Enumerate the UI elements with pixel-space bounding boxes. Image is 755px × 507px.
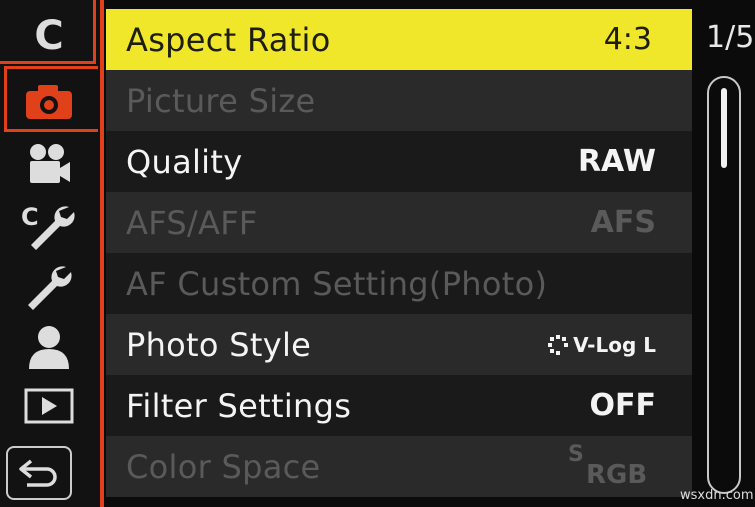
menu-item-value: AFS — [590, 205, 656, 240]
color-space-value: RGB — [586, 459, 648, 490]
color-space-prefix: S — [568, 441, 584, 467]
photo-tab[interactable] — [0, 72, 98, 130]
menu-item-color-space: Color Space S RGB — [106, 436, 692, 497]
person-icon — [29, 326, 69, 369]
tab-sidebar: C C — [0, 0, 100, 507]
menu-item-value: S RGB — [568, 442, 656, 492]
photo-style-value: V-Log L — [573, 332, 656, 357]
return-arrow-icon — [19, 459, 57, 487]
menu-item-label: Aspect Ratio — [126, 20, 331, 59]
custom-settings-tab[interactable]: C — [0, 198, 98, 254]
page-indicator: 1/5 — [706, 20, 755, 55]
wrench-icon — [28, 266, 72, 310]
menu-item-picture-size: Picture Size — [106, 70, 692, 131]
menu-item-label: AFS/AFF — [126, 203, 258, 242]
menu-item-label: Picture Size — [126, 81, 316, 120]
video-tab[interactable] — [0, 138, 98, 190]
menu-item-label: Quality — [126, 142, 243, 181]
back-button[interactable] — [6, 446, 72, 500]
watermark: wsxdn.com — [680, 488, 754, 503]
camera-icon — [26, 85, 72, 119]
menu-item-photo-style[interactable]: Photo Style V-Log L — [106, 314, 692, 375]
menu-item-label: AF Custom Setting(Photo) — [126, 264, 548, 303]
playback-tab[interactable] — [0, 382, 98, 430]
scrollbar-thumb[interactable] — [721, 88, 727, 168]
menu-item-label: Filter Settings — [126, 386, 352, 425]
custom-mode-tab[interactable]: C — [0, 8, 98, 64]
my-menu-tab[interactable] — [0, 320, 98, 374]
menu-item-quality[interactable]: Quality RAW — [106, 131, 692, 192]
custom-mode-label: C — [34, 13, 64, 59]
menu-item-aspect-ratio[interactable]: Aspect Ratio 4:3 — [106, 9, 692, 70]
sidebar-divider — [100, 0, 104, 507]
play-icon — [24, 388, 74, 424]
video-camera-icon — [30, 144, 70, 183]
photo-style-icon — [548, 334, 569, 355]
menu-item-filter-settings[interactable]: Filter Settings OFF — [106, 375, 692, 436]
setup-tab[interactable] — [0, 260, 98, 314]
custom-wrench-icon: C — [21, 203, 75, 250]
menu-item-value: V-Log L — [547, 333, 656, 357]
menu-scrollbar[interactable] — [707, 76, 741, 494]
photo-menu-list: Aspect Ratio 4:3 Picture Size Quality RA… — [106, 9, 692, 497]
menu-item-value: 4:3 — [603, 22, 652, 57]
menu-item-afs-aff: AFS/AFF AFS — [106, 192, 692, 253]
menu-item-label: Photo Style — [126, 325, 312, 364]
menu-item-value: RAW — [577, 144, 656, 179]
menu-item-label: Color Space — [126, 447, 321, 486]
menu-item-value: OFF — [589, 388, 657, 423]
menu-item-af-custom-setting: AF Custom Setting(Photo) — [106, 253, 692, 314]
svg-text:C: C — [21, 203, 39, 231]
